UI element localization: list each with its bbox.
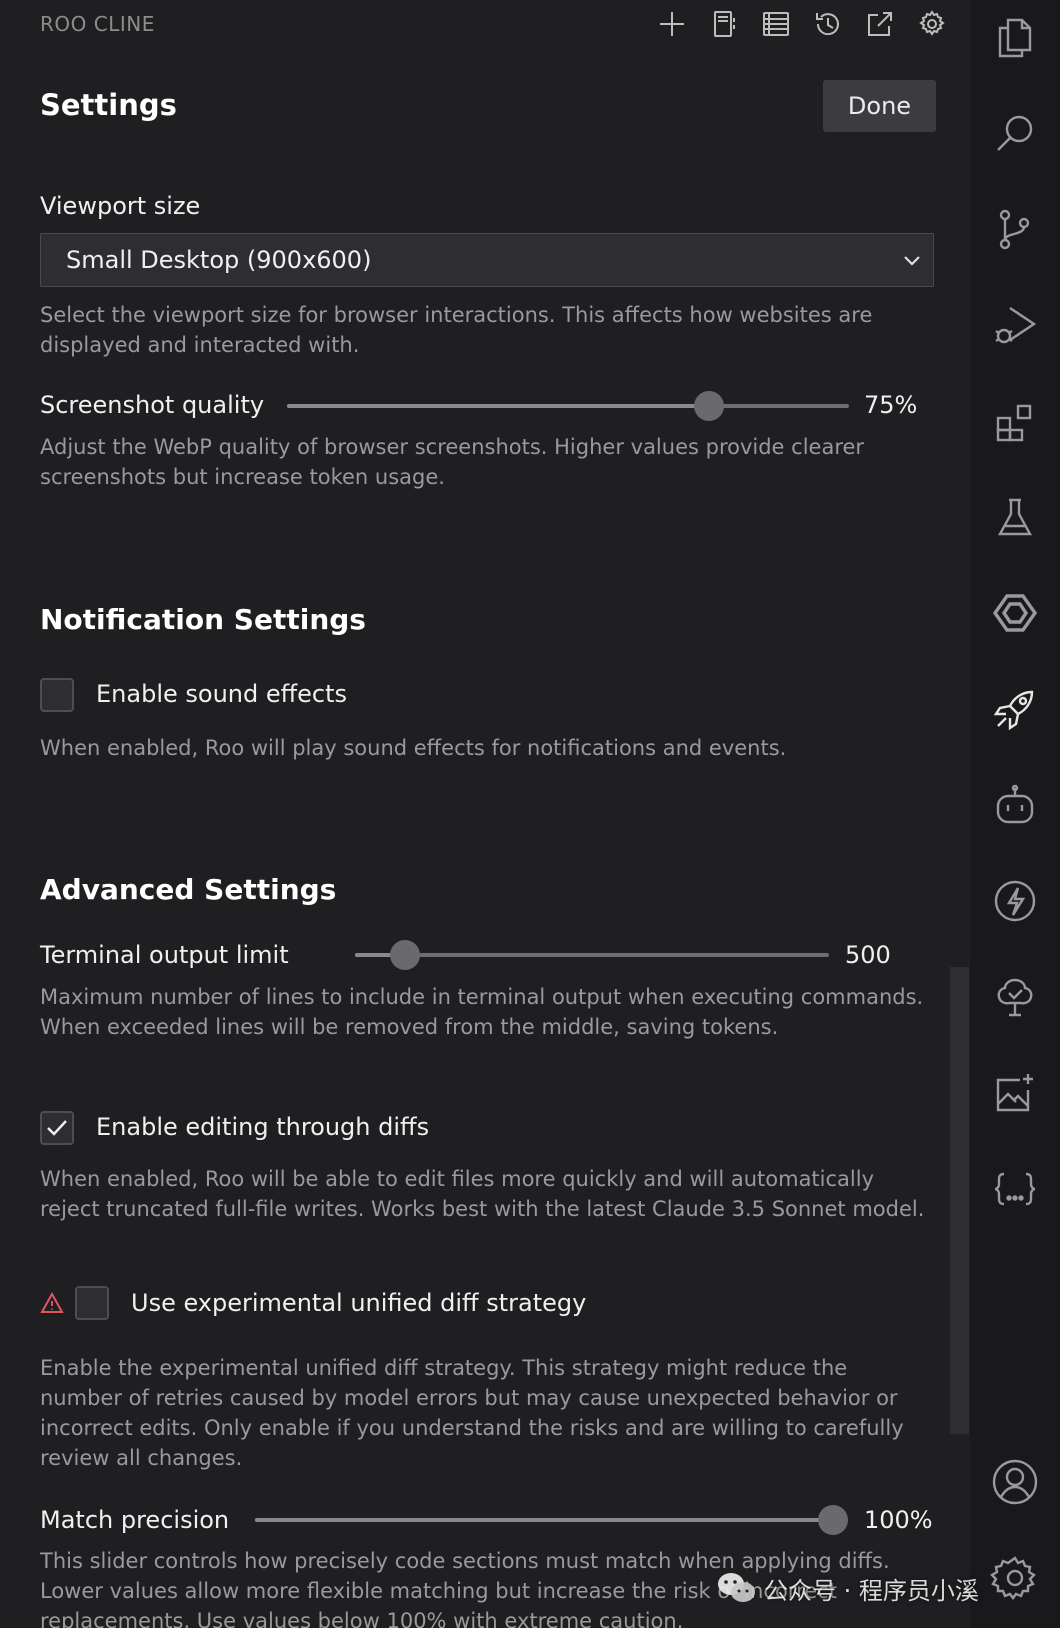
- match-precision-slider[interactable]: [255, 1503, 848, 1537]
- history-icon[interactable]: [810, 6, 846, 42]
- testing-icon[interactable]: [990, 492, 1040, 542]
- viewport-size-select[interactable]: Small Desktop (900x600): [40, 233, 934, 287]
- terminal-output-limit-value: 500: [845, 941, 891, 969]
- match-precision-value: 100%: [864, 1506, 933, 1534]
- json-braces-icon[interactable]: [990, 1164, 1040, 1214]
- slider-thumb[interactable]: [389, 940, 420, 970]
- wechat-icon: [718, 1573, 755, 1602]
- viewport-size-value: Small Desktop (900x600): [66, 246, 372, 274]
- slider-thumb[interactable]: [818, 1505, 848, 1535]
- unified-diff-description: Enable the experimental unified diff str…: [40, 1356, 904, 1470]
- watermark-text: 公众号 · 程序员小溪: [764, 1576, 979, 1605]
- account-icon[interactable]: [990, 1457, 1040, 1507]
- app-title: ROO CLINE: [40, 12, 155, 36]
- diffs-label: Enable editing through diffs: [96, 1113, 430, 1141]
- terminal-output-limit-description: Maximum number of lines to include in te…: [40, 985, 924, 1039]
- popout-icon[interactable]: [862, 6, 898, 42]
- terminal-output-limit-slider[interactable]: [355, 938, 829, 972]
- header-actions: [654, 6, 950, 42]
- page-title: Settings: [40, 88, 177, 122]
- notification-settings-heading: Notification Settings: [40, 603, 366, 636]
- wechat-watermark: 公众号 · 程序员小溪: [716, 1568, 1046, 1608]
- prompts-icon[interactable]: [758, 6, 794, 42]
- diffs-description: When enabled, Roo will be able to edit f…: [40, 1167, 925, 1221]
- roo-rocket-icon[interactable]: [990, 684, 1040, 734]
- viewport-size-description: Select the viewport size for browser int…: [40, 303, 873, 357]
- image-sparkle-icon[interactable]: [990, 1068, 1040, 1118]
- unified-diff-checkbox[interactable]: [75, 1286, 109, 1320]
- done-button[interactable]: Done: [823, 80, 936, 132]
- remote-explorer-icon[interactable]: [990, 588, 1040, 638]
- screenshot-quality-slider[interactable]: [287, 389, 849, 423]
- lightning-icon[interactable]: [990, 876, 1040, 926]
- activity-bar: [970, 0, 1060, 1628]
- match-precision-label: Match precision: [40, 1506, 230, 1534]
- explorer-icon[interactable]: [990, 12, 1040, 62]
- copilot-bot-icon[interactable]: [990, 780, 1040, 830]
- sound-effects-label: Enable sound effects: [96, 680, 348, 708]
- panel-scrollbar[interactable]: [950, 967, 969, 1434]
- tree-check-icon[interactable]: [990, 972, 1040, 1022]
- search-icon[interactable]: [990, 108, 1040, 158]
- terminal-output-limit-label: Terminal output limit: [40, 941, 289, 969]
- check-icon: [47, 1120, 67, 1136]
- warning-icon: [40, 1291, 64, 1313]
- roo-cline-panel: ROO CLINE Settings Done Viewport size Sm…: [0, 0, 970, 1628]
- mcp-server-icon[interactable]: [706, 6, 742, 42]
- diffs-checkbox[interactable]: [40, 1111, 74, 1145]
- run-debug-icon[interactable]: [990, 300, 1040, 350]
- extensions-icon[interactable]: [990, 396, 1040, 446]
- panel-header: ROO CLINE: [40, 0, 950, 50]
- chevron-down-icon: [904, 256, 920, 266]
- screenshot-quality-value: 75%: [864, 391, 918, 419]
- screenshot-quality-description: Adjust the WebP quality of browser scree…: [40, 435, 865, 489]
- viewport-size-label: Viewport size: [40, 192, 201, 220]
- plus-icon[interactable]: [654, 6, 690, 42]
- settings-gear-icon[interactable]: [914, 6, 950, 42]
- source-control-icon[interactable]: [990, 204, 1040, 254]
- screenshot-quality-label: Screenshot quality: [40, 391, 265, 419]
- slider-thumb[interactable]: [693, 391, 724, 421]
- advanced-settings-heading: Advanced Settings: [40, 873, 337, 906]
- sound-effects-checkbox[interactable]: [40, 678, 74, 712]
- sound-effects-description: When enabled, Roo will play sound effect…: [40, 736, 787, 760]
- unified-diff-label: Use experimental unified diff strategy: [131, 1289, 587, 1317]
